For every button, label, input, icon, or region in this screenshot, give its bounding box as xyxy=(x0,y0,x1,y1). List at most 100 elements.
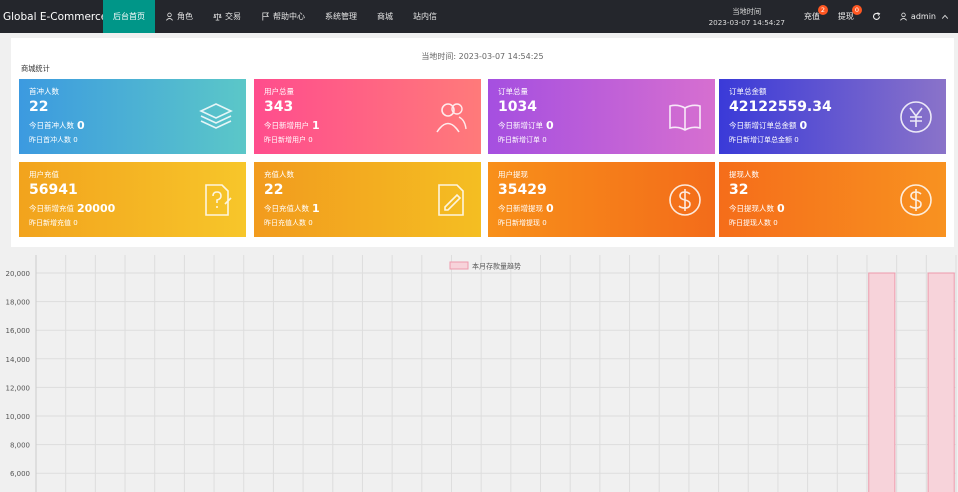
top-navbar: Global E-Commerce... 后台首页 角色 交易 帮助中心 系统管… xyxy=(0,0,958,33)
card-value: 42122559.34 xyxy=(729,99,832,115)
clock-label: 当地时间 xyxy=(732,6,762,16)
card-today: 今日新增充值 20000 xyxy=(29,202,115,215)
card-today: 今日新增用户 1 xyxy=(264,119,320,132)
layers-icon xyxy=(199,103,233,129)
stat-card: 订单总量 1034 今日新增订单 0 昨日新增订单 0 xyxy=(488,79,715,154)
card-yesterday: 昨日新增订单 0 xyxy=(498,136,547,144)
refresh-icon xyxy=(872,12,881,20)
card-value: 56941 xyxy=(29,182,78,198)
y-tick-label: 12,000 xyxy=(6,384,31,392)
card-today: 今日首冲人数 0 xyxy=(29,119,85,132)
withdraw-notice[interactable]: 提现 0 xyxy=(829,0,863,33)
card-today: 今日提现人数 0 xyxy=(729,202,785,215)
scale-icon xyxy=(213,13,222,21)
card-today-label: 今日充值人数 xyxy=(264,204,309,213)
header-clock: 当地时间 2023-03-07 14:54:27 xyxy=(699,0,795,33)
nav-label: 商城 xyxy=(377,12,393,21)
card-value: 22 xyxy=(264,182,284,198)
dollar-icon xyxy=(900,184,932,216)
card-title: 提现人数 xyxy=(729,170,759,179)
card-today-value: 0 xyxy=(799,119,808,132)
book-icon xyxy=(669,104,701,131)
card-today-label: 今日新增提现 xyxy=(498,204,543,213)
card-value: 22 xyxy=(29,99,49,115)
card-yesterday: 昨日提现人数 0 xyxy=(729,219,778,227)
card-title: 订单总量 xyxy=(498,87,528,96)
top-right-area: 当地时间 2023-03-07 14:54:27 充值 2 提现 0 admin xyxy=(699,0,958,33)
nav-label: 交易 xyxy=(225,12,241,21)
user-name: admin xyxy=(910,12,936,21)
user-icon xyxy=(899,12,907,21)
y-tick-label: 10,000 xyxy=(6,413,31,421)
stat-card: 用户总量 343 今日新增用户 1 昨日新增用户 0 xyxy=(254,79,481,154)
main-nav: 后台首页 角色 交易 帮助中心 系统管理 商城 站内信 xyxy=(103,0,447,33)
card-today-label: 今日首冲人数 xyxy=(29,121,74,130)
card-value: 343 xyxy=(264,99,294,115)
card-value: 32 xyxy=(729,182,749,198)
yen-icon xyxy=(900,101,932,133)
card-today-value: 0 xyxy=(546,119,554,132)
card-title: 用户提现 xyxy=(498,170,528,179)
nav-item-trade[interactable]: 交易 xyxy=(203,0,251,33)
panel-local-time: 当地时间: 2023-03-07 14:54:25 xyxy=(421,52,544,61)
card-today-label: 今日新增用户 xyxy=(264,121,309,130)
refresh-button[interactable] xyxy=(863,0,890,33)
clock-value: 2023-03-07 14:54:27 xyxy=(708,17,785,27)
flag-icon xyxy=(262,12,270,21)
card-today-value: 20000 xyxy=(77,202,116,215)
stat-card: 用户充值 56941 今日新增充值 20000 昨日新增充值 0 xyxy=(19,162,246,237)
users-icon xyxy=(436,103,467,133)
card-yesterday: 昨日充值人数 0 xyxy=(264,219,313,227)
card-yesterday: 昨日首冲人数 0 xyxy=(29,136,78,144)
card-today-value: 0 xyxy=(546,202,554,215)
card-title: 用户总量 xyxy=(264,87,294,96)
card-today-label: 今日新增订单总金额 xyxy=(729,121,797,130)
help-doc-icon xyxy=(205,184,232,216)
nav-item-roles[interactable]: 角色 xyxy=(155,0,203,33)
nav-item-help[interactable]: 帮助中心 xyxy=(251,0,315,33)
panel-title: 商城统计 xyxy=(21,64,50,73)
nav-label: 系统管理 xyxy=(325,12,357,21)
card-today: 今日新增订单 0 xyxy=(498,119,554,132)
y-tick-label: 14,000 xyxy=(6,356,31,364)
stat-card: 首冲人数 22 今日首冲人数 0 昨日首冲人数 0 xyxy=(19,79,246,154)
card-today-value: 1 xyxy=(312,119,320,132)
mall-stats-panel: 当地时间: 2023-03-07 14:54:25 商城统计 首冲人数 22 今日首… xyxy=(11,38,954,247)
card-today: 今日新增提现 0 xyxy=(498,202,554,215)
user-menu[interactable]: admin xyxy=(890,0,958,33)
recharge-label: 充值 xyxy=(803,12,820,21)
withdraw-label: 提现 xyxy=(837,12,854,21)
nav-item-system[interactable]: 系统管理 xyxy=(315,0,367,33)
y-tick-label: 8,000 xyxy=(10,442,30,450)
bar xyxy=(927,272,955,492)
brand-title[interactable]: Global E-Commerce... xyxy=(0,0,103,33)
card-today-value: 0 xyxy=(77,119,85,132)
nav-item-mall[interactable]: 商城 xyxy=(367,0,403,33)
card-title: 充值人数 xyxy=(264,170,294,179)
withdraw-badge: 0 xyxy=(851,5,862,15)
card-today-label: 今日新增充值 xyxy=(29,204,74,213)
stat-card: 充值人数 22 今日充值人数 1 昨日充值人数 0 xyxy=(254,162,481,237)
card-value: 1034 xyxy=(498,99,537,115)
nav-item-home[interactable]: 后台首页 xyxy=(103,0,155,33)
plot-area xyxy=(36,255,956,492)
y-tick-label: 18,000 xyxy=(6,299,31,307)
dollar-icon xyxy=(669,184,701,216)
user-icon xyxy=(166,12,173,21)
nav-label: 角色 xyxy=(177,12,193,21)
card-today-label: 今日新增订单 xyxy=(498,121,543,130)
nav-label: 站内信 xyxy=(413,12,437,21)
recharge-notice[interactable]: 充值 2 xyxy=(795,0,829,33)
card-value: 35429 xyxy=(498,182,547,198)
deposit-trend-chart: 20,000 18,000 16,000 14,000 12,000 10,000 8,00… xyxy=(6,255,957,492)
card-today-value: 0 xyxy=(777,202,785,215)
nav-item-messages[interactable]: 站内信 xyxy=(403,0,447,33)
y-tick-label: 20,000 xyxy=(6,270,31,278)
card-title: 用户充值 xyxy=(29,170,59,179)
card-yesterday: 昨日新增提现 0 xyxy=(498,219,547,227)
legend-label: 本月存款量趋势 xyxy=(472,262,521,271)
card-title: 订单总金额 xyxy=(729,87,767,96)
nav-label: 后台首页 xyxy=(113,12,145,21)
card-today-value: 1 xyxy=(312,202,320,215)
card-today-label: 今日提现人数 xyxy=(729,204,774,213)
